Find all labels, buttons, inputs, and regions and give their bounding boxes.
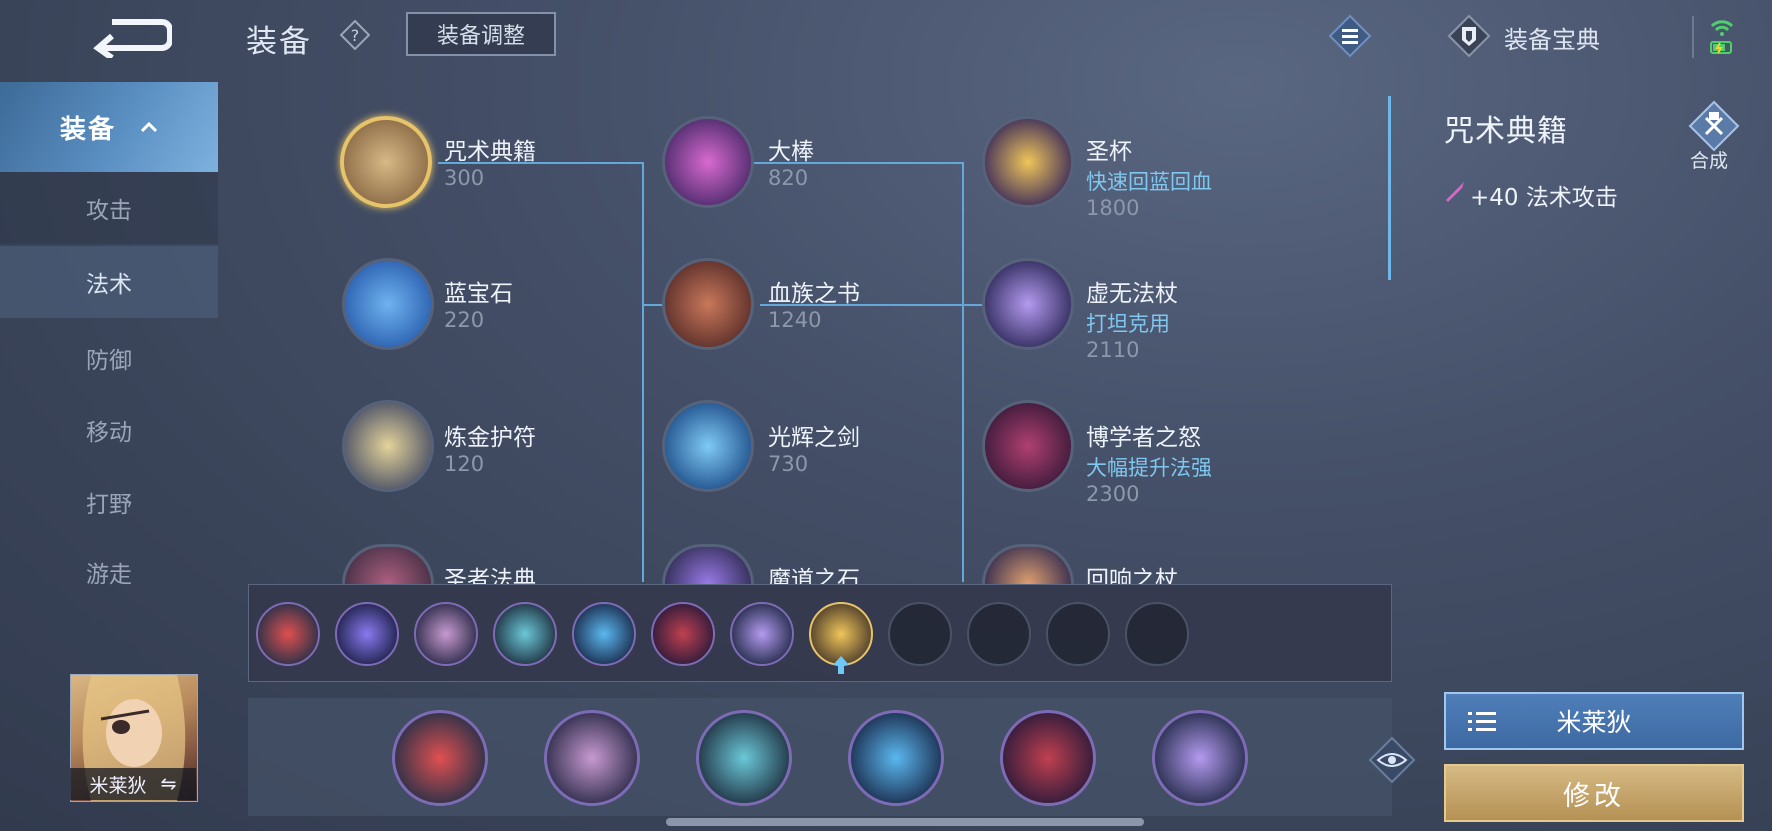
back-arrow-icon <box>93 19 173 61</box>
void-staff-icon[interactable] <box>982 258 1074 350</box>
blood-book-icon[interactable] <box>662 258 754 350</box>
item-price: 300 <box>444 166 485 190</box>
codex-shield-icon <box>1447 14 1491 58</box>
sidebar-item-movement[interactable]: 移动 <box>0 394 218 466</box>
item-name[interactable]: 圣杯 <box>1086 132 1132 166</box>
item-name[interactable]: 博学者之怒 <box>1086 418 1201 452</box>
item-price: 730 <box>768 452 809 476</box>
holy-grail-icon[interactable] <box>982 116 1074 208</box>
preview-toggle[interactable] <box>1368 736 1416 784</box>
staff-icon[interactable] <box>662 116 754 208</box>
wizard-hat-icon[interactable] <box>1000 710 1096 806</box>
echo-staff-icon[interactable] <box>982 544 1074 584</box>
detail-item-title: 咒术典籍 <box>1444 114 1568 149</box>
item-description: 快速回蓝回血 <box>1086 170 1212 194</box>
radiant-sword-icon[interactable] <box>662 400 754 492</box>
tree-connector <box>724 162 964 164</box>
item-name[interactable]: 魔道之石 <box>768 560 860 584</box>
wizard-hat-icon[interactable] <box>651 602 715 666</box>
eye-icon <box>1368 736 1416 784</box>
adjust-equipment-button[interactable]: 装备调整 <box>406 12 556 56</box>
item-name[interactable]: 圣者法典 <box>444 560 536 584</box>
equipment-codex-label[interactable]: 装备宝典 <box>1504 20 1600 55</box>
item-name[interactable]: 大棒 <box>768 132 814 166</box>
help-button[interactable]: ? <box>339 19 371 51</box>
item-price: 2110 <box>1086 338 1140 362</box>
question-icon: ? <box>339 19 371 51</box>
item-description: 打坦克用 <box>1086 312 1170 336</box>
empty-slot[interactable] <box>1046 602 1110 666</box>
svg-text:?: ? <box>351 26 360 45</box>
item-name[interactable]: 回响之杖 <box>1086 560 1178 584</box>
item-price: 220 <box>444 308 485 332</box>
item-price: 2300 <box>1086 482 1140 506</box>
boots-icon[interactable] <box>256 602 320 666</box>
build-name-button[interactable]: 米莱狄 <box>1444 692 1744 750</box>
magic-attack-icon <box>1444 180 1466 202</box>
menu-button[interactable] <box>1328 14 1372 58</box>
status-divider <box>1692 16 1694 58</box>
item-price: 1800 <box>1086 196 1140 220</box>
boots-icon[interactable] <box>392 710 488 806</box>
codex-icon[interactable] <box>342 544 434 584</box>
empty-slot[interactable] <box>888 602 952 666</box>
void-staff-icon[interactable] <box>730 602 794 666</box>
hamburger-icon <box>1328 14 1372 58</box>
item-name[interactable]: 血族之书 <box>768 274 860 308</box>
item-name[interactable]: 光辉之剑 <box>768 418 860 452</box>
spellbook-icon[interactable] <box>340 116 432 208</box>
item-description: 大幅提升法强 <box>1086 456 1212 480</box>
swap-hero-icon: ⇋ <box>160 773 177 795</box>
scholar-fury-icon[interactable] <box>982 400 1074 492</box>
selected-marker-icon <box>832 656 850 674</box>
sidebar-item-defense[interactable]: 防御 <box>0 322 218 394</box>
tree-connector <box>642 162 644 582</box>
sidebar-item-magic[interactable]: 法术 <box>0 246 218 318</box>
list-icon <box>1468 712 1496 731</box>
empty-slot[interactable] <box>1125 602 1189 666</box>
item-price: 1240 <box>768 308 822 332</box>
vertical-scroll-indicator <box>1388 96 1391 280</box>
skull-mask-icon[interactable] <box>544 710 640 806</box>
sidebar-header-label: 装备 <box>59 114 116 145</box>
edit-button[interactable]: 修改 <box>1444 764 1744 822</box>
sidebar-item-roam[interactable]: 游走 <box>0 536 218 608</box>
item-name[interactable]: 虚无法杖 <box>1086 274 1178 308</box>
sidebar-equipment-header[interactable]: 装备 <box>0 82 218 172</box>
empty-slot[interactable] <box>967 602 1031 666</box>
item-price: 120 <box>444 452 485 476</box>
sidebar-item-attack[interactable]: 攻击 <box>0 172 218 244</box>
water-staff-icon[interactable] <box>848 710 944 806</box>
amulet-icon[interactable] <box>342 400 434 492</box>
item-price: 820 <box>768 166 809 190</box>
combine-label[interactable]: 合成 <box>1690 146 1728 173</box>
horizontal-scrollbar[interactable] <box>666 818 1144 826</box>
hero-name: 米莱狄 <box>89 774 147 797</box>
item-name[interactable]: 咒术典籍 <box>444 132 536 166</box>
chevron-up-icon <box>140 121 158 133</box>
wifi-battery-icon <box>1708 16 1736 58</box>
combine-icon <box>1688 100 1740 152</box>
scythe-icon[interactable] <box>696 710 792 806</box>
attribute-text: +40 法术攻击 <box>1470 185 1618 211</box>
page-title: 装备 <box>246 24 312 60</box>
item-name[interactable]: 蓝宝石 <box>444 274 513 308</box>
sidebar-item-jungle[interactable]: 打野 <box>0 466 218 538</box>
void-staff-icon[interactable] <box>1152 710 1248 806</box>
hero-name-bar[interactable]: 米莱狄 ⇋ <box>70 768 196 800</box>
magic-stone-icon[interactable] <box>662 544 754 584</box>
scythe-icon[interactable] <box>493 602 557 666</box>
tree-connector <box>962 162 964 582</box>
equipment-codex-button[interactable] <box>1447 14 1491 58</box>
skull-mask-icon[interactable] <box>414 602 478 666</box>
back-button[interactable] <box>92 14 173 61</box>
orb-icon[interactable] <box>335 602 399 666</box>
build-name-label: 米莱狄 <box>1556 708 1632 737</box>
water-staff-icon[interactable] <box>572 602 636 666</box>
sapphire-icon[interactable] <box>342 258 434 350</box>
item-name[interactable]: 炼金护符 <box>444 418 536 452</box>
